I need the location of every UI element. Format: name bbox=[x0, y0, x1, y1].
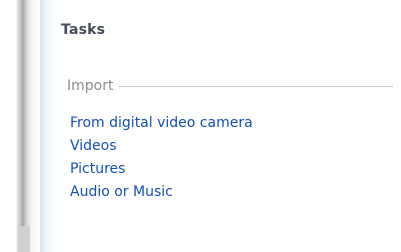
import-links-list: From digital video camera Videos Picture… bbox=[70, 114, 253, 206]
tasks-pane: Tasks Import From digital video camera V… bbox=[40, 0, 401, 252]
import-pictures-link[interactable]: Pictures bbox=[70, 160, 253, 183]
import-from-digital-video-camera-link[interactable]: From digital video camera bbox=[70, 114, 253, 137]
group-divider bbox=[119, 85, 393, 87]
import-group-header: Import bbox=[67, 77, 401, 95]
import-videos-link[interactable]: Videos bbox=[70, 137, 253, 160]
import-group-label: Import bbox=[67, 78, 114, 94]
tasks-pane-title: Tasks bbox=[61, 22, 106, 38]
import-audio-or-music-link[interactable]: Audio or Music bbox=[70, 183, 253, 206]
window-left-border bbox=[0, 0, 40, 252]
import-group: Import bbox=[67, 77, 401, 95]
border-shade bbox=[18, 226, 30, 252]
